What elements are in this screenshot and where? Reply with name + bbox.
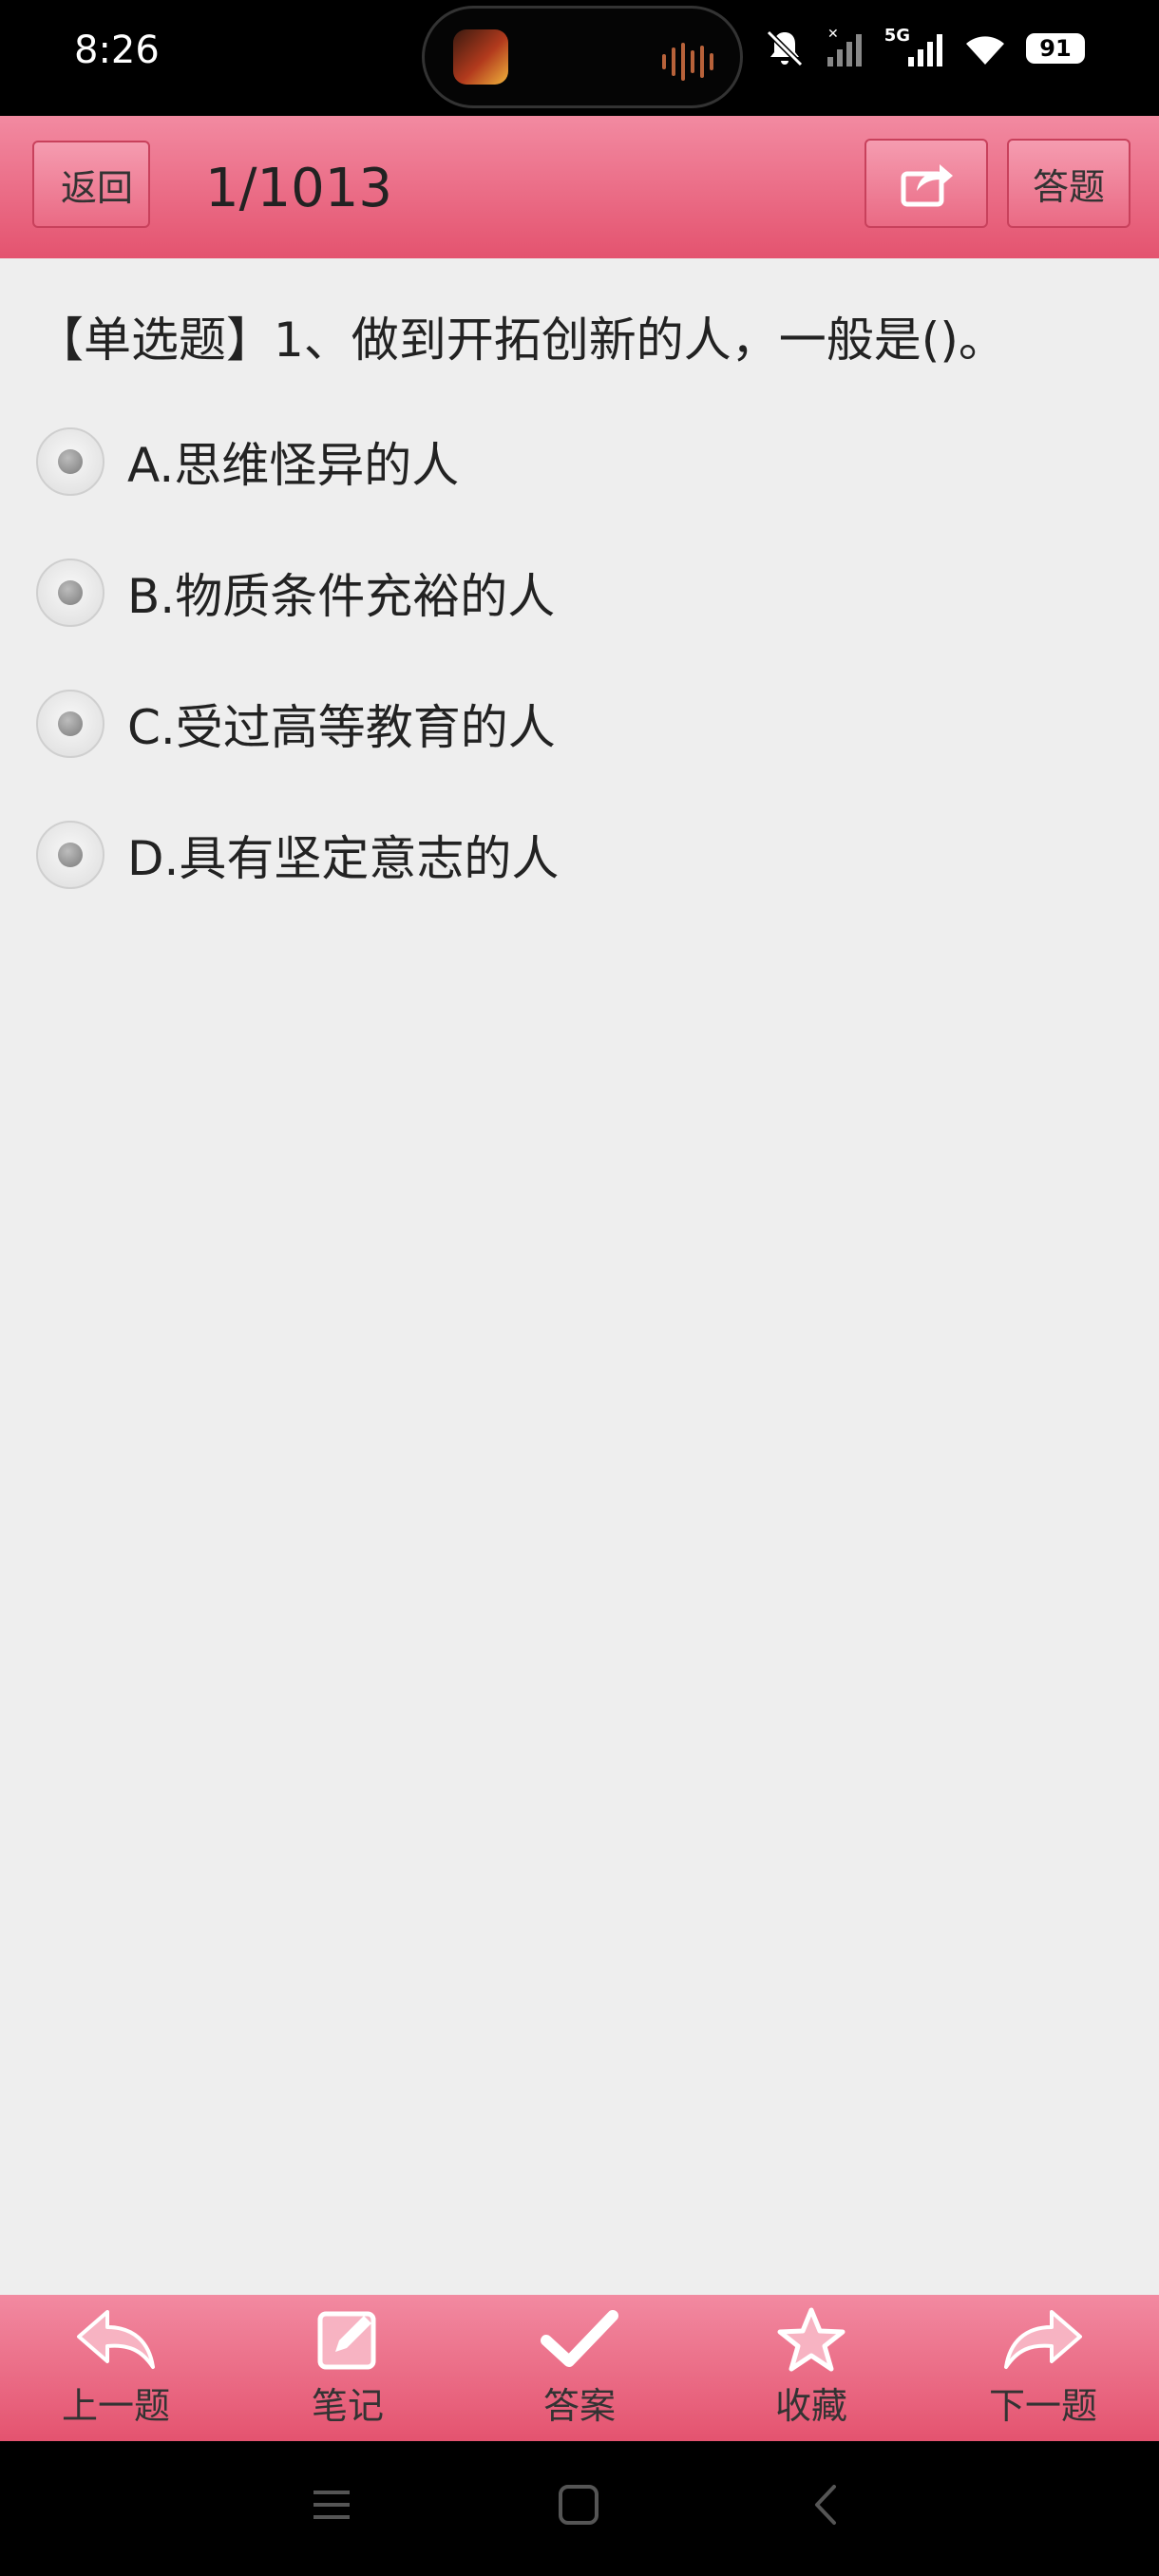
edit-note-icon — [317, 2311, 376, 2370]
option-b[interactable]: B.物质条件充裕的人 — [36, 559, 555, 627]
system-navigation-bar — [0, 2441, 1159, 2576]
battery-indicator: 91 — [1026, 33, 1085, 64]
option-label: C.受过高等教育的人 — [127, 700, 556, 755]
status-time: 8:26 — [74, 28, 160, 72]
home-icon[interactable] — [557, 2483, 600, 2527]
mute-notification-icon — [766, 29, 803, 67]
share-icon — [901, 164, 953, 207]
note-label: 笔记 — [311, 2385, 384, 2427]
back-nav-icon[interactable] — [806, 2483, 849, 2527]
option-d[interactable]: D.具有坚定意志的人 — [36, 821, 559, 889]
status-icons: ✕ 5G 91 — [763, 25, 1085, 70]
status-bar: 8:26 ✕ 5G 91 — [0, 0, 1159, 116]
star-icon — [777, 2307, 846, 2372]
checkmark-icon — [541, 2310, 618, 2367]
answer-mode-button[interactable]: 答题 — [1007, 139, 1130, 228]
radio-button[interactable] — [36, 690, 104, 758]
bottom-toolbar: 上一题 笔记 答案 收藏 下一题 — [0, 2295, 1159, 2441]
prev-question-button[interactable]: 上一题 — [21, 2295, 211, 2441]
reply-arrow-icon — [77, 2310, 155, 2369]
forward-arrow-icon — [1004, 2310, 1082, 2369]
show-answer-label: 答案 — [542, 2385, 616, 2427]
note-button[interactable]: 笔记 — [253, 2295, 443, 2441]
back-button[interactable]: 返回 — [32, 141, 150, 228]
svg-text:✕: ✕ — [827, 27, 839, 42]
answer-mode-label: 答题 — [1032, 165, 1105, 208]
option-label: B.物质条件充裕的人 — [127, 569, 556, 624]
radio-button[interactable] — [36, 427, 104, 496]
audio-wave-icon — [662, 43, 713, 81]
prev-question-label: 上一题 — [61, 2385, 170, 2427]
network-type: 5G — [884, 25, 910, 46]
header: 返回 1/1013 答题 — [0, 116, 1159, 258]
app-icon[interactable] — [453, 29, 508, 85]
radio-button[interactable] — [36, 559, 104, 627]
radio-button[interactable] — [36, 821, 104, 889]
signal-empty-icon: ✕ — [826, 27, 862, 66]
question-counter: 1/1013 — [205, 158, 393, 219]
back-label: 返回 — [60, 166, 133, 209]
option-label: A.思维怪异的人 — [127, 438, 460, 493]
share-button[interactable] — [864, 139, 988, 228]
option-label: D.具有坚定意志的人 — [127, 831, 560, 886]
favorite-button[interactable]: 收藏 — [716, 2295, 906, 2441]
option-a[interactable]: A.思维怪异的人 — [36, 427, 459, 496]
menu-icon[interactable] — [310, 2483, 353, 2527]
wifi-icon — [966, 36, 1004, 65]
favorite-label: 收藏 — [774, 2385, 847, 2427]
question-text: 【单选题】1、做到开拓创新的人，一般是()。 — [36, 313, 1006, 368]
dynamic-island[interactable] — [422, 6, 743, 108]
option-c[interactable]: C.受过高等教育的人 — [36, 690, 556, 758]
next-question-button[interactable]: 下一题 — [948, 2295, 1138, 2441]
signal-icon — [908, 34, 942, 66]
next-question-label: 下一题 — [988, 2385, 1097, 2427]
show-answer-button[interactable]: 答案 — [484, 2295, 674, 2441]
